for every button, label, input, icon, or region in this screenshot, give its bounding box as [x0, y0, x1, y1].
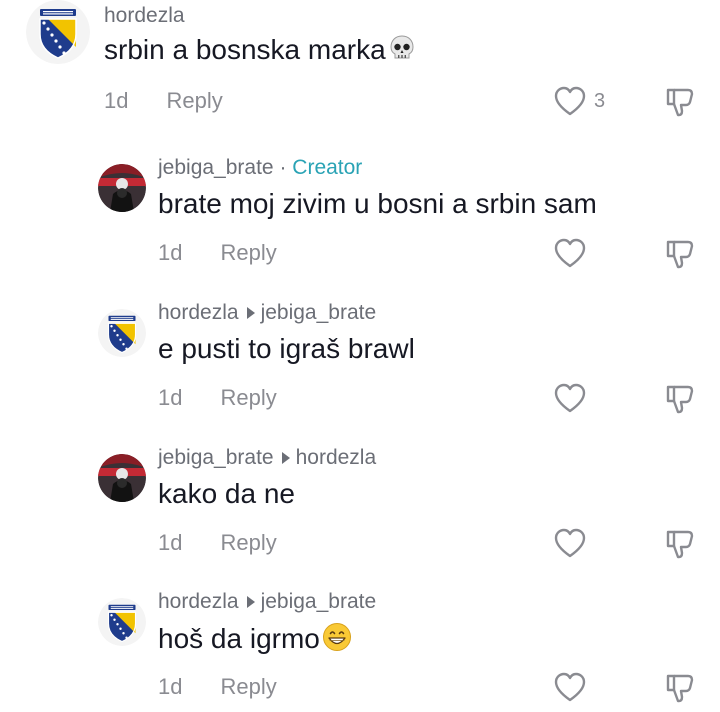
comment-meta: 1d Reply — [104, 88, 223, 114]
avatar[interactable] — [98, 598, 146, 646]
reply-button[interactable]: Reply — [166, 88, 222, 113]
like-button[interactable] — [554, 672, 586, 707]
bosnia-crest-avatar-icon — [26, 0, 90, 64]
thumb-down-icon — [666, 385, 694, 414]
comment-meta: 1d Reply — [158, 674, 277, 700]
thumb-down-icon — [666, 674, 694, 703]
reply-arrow-icon — [281, 452, 290, 465]
like-count: 3 — [594, 90, 606, 112]
like-button[interactable] — [554, 528, 586, 563]
comment-header: jebiga_brate hordezla — [158, 446, 376, 470]
separator: · — [279, 156, 287, 179]
heart-icon — [554, 238, 586, 268]
comment-header: hordezla jebiga_brate — [158, 590, 376, 614]
heart-icon — [554, 672, 586, 702]
comment-text: hoš da igrmo — [158, 622, 352, 659]
comment-meta: 1d Reply — [158, 385, 277, 411]
like-button[interactable] — [554, 238, 586, 273]
profile-photo-avatar-icon — [98, 454, 146, 502]
avatar[interactable] — [98, 309, 146, 357]
comment-age: 1d — [158, 530, 183, 555]
reply-to-username[interactable]: jebiga_brate — [261, 301, 377, 324]
reply-arrow-icon — [246, 307, 255, 320]
username[interactable]: jebiga_brate — [158, 446, 274, 469]
grinning-emoji-icon — [322, 622, 352, 659]
dislike-button[interactable] — [664, 528, 696, 565]
comment-age: 1d — [158, 385, 183, 410]
dislike-button[interactable] — [664, 383, 696, 420]
comment-age: 1d — [104, 88, 129, 113]
reply-to-username[interactable]: jebiga_brate — [261, 590, 377, 613]
avatar[interactable] — [98, 454, 146, 502]
avatar[interactable] — [98, 164, 146, 212]
comment-header: jebiga_brate · Creator — [158, 156, 362, 180]
comment-header: hordezla — [104, 4, 185, 28]
heart-icon — [554, 528, 586, 558]
username[interactable]: hordezla — [104, 4, 185, 27]
reply-button[interactable]: Reply — [220, 530, 276, 555]
thumb-down-icon — [666, 530, 694, 559]
avatar[interactable] — [26, 0, 90, 64]
reply-button[interactable]: Reply — [220, 674, 276, 699]
username[interactable]: hordezla — [158, 590, 239, 613]
like-button[interactable] — [554, 383, 586, 418]
thumb-down-icon — [666, 240, 694, 269]
comment-header: hordezla jebiga_brate — [158, 301, 376, 325]
profile-photo-avatar-icon — [98, 164, 146, 212]
comment-text: e pusti to igraš brawl — [158, 333, 415, 364]
creator-badge: Creator — [292, 156, 363, 179]
comment-meta: 1d Reply — [158, 530, 277, 556]
comment-age: 1d — [158, 674, 183, 699]
comment-text: brate moj zivim u bosni a srbin sam — [158, 188, 597, 219]
comment-text: kako da ne — [158, 478, 295, 509]
comment-text: srbin a bosnska marka — [104, 34, 416, 69]
dislike-button[interactable] — [664, 238, 696, 275]
dislike-button[interactable] — [664, 672, 696, 709]
heart-icon — [554, 383, 586, 413]
reply-button[interactable]: Reply — [220, 240, 276, 265]
dislike-button[interactable] — [664, 86, 696, 123]
skull-emoji-icon — [388, 34, 416, 69]
reply-arrow-icon — [246, 596, 255, 609]
reply-button[interactable]: Reply — [220, 385, 276, 410]
reply-to-username[interactable]: hordezla — [296, 446, 377, 469]
like-button[interactable] — [554, 86, 586, 121]
username[interactable]: jebiga_brate — [158, 156, 274, 179]
thumb-down-icon — [666, 88, 694, 117]
bosnia-crest-avatar-icon — [98, 309, 146, 357]
comment-meta: 1d Reply — [158, 240, 277, 266]
bosnia-crest-avatar-icon — [98, 598, 146, 646]
comment-age: 1d — [158, 240, 183, 265]
username[interactable]: hordezla — [158, 301, 239, 324]
heart-icon — [554, 86, 586, 116]
